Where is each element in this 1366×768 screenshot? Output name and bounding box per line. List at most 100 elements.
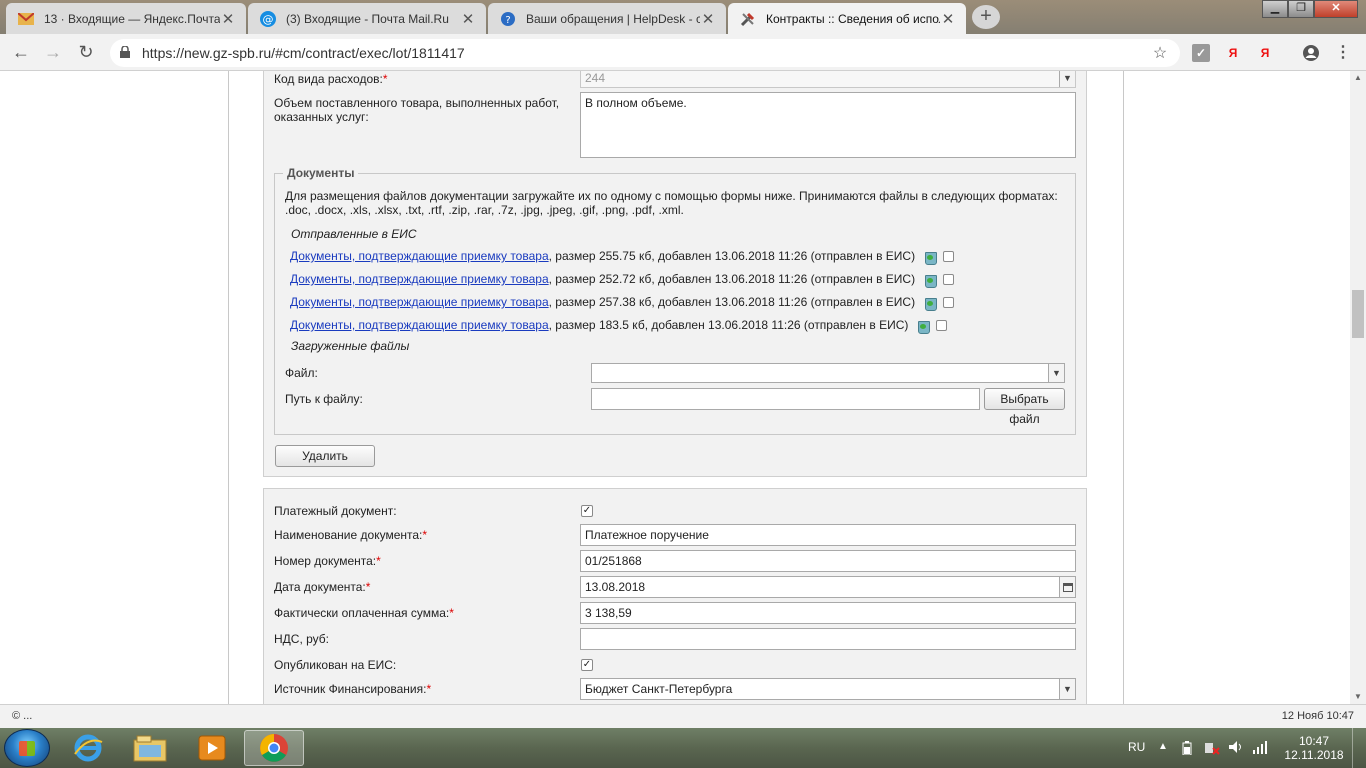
file-link[interactable]: Документы, подтверждающие приемку товара <box>290 249 549 263</box>
network-warning-icon[interactable] <box>1204 741 1220 768</box>
tab-title: (3) Входящие - Почта Mail.Ru <box>286 11 449 26</box>
file-checkbox[interactable] <box>943 296 955 308</box>
volume-label: Объем поставленного товара, выполненных … <box>274 96 560 124</box>
reload-icon[interactable]: ↻ <box>75 42 97 64</box>
doc-name-input[interactable]: Платежное поручение <box>580 524 1076 546</box>
file-checkbox[interactable] <box>943 273 955 285</box>
paid-sum-input[interactable]: 3 138,59 <box>580 602 1076 624</box>
file-info: , размер 183.5 кб, добавлен 13.06.2018 1… <box>548 318 909 332</box>
file-link[interactable]: Документы, подтверждающие приемку товара <box>290 295 549 309</box>
doc-number-input[interactable]: 01/251868 <box>580 550 1076 572</box>
doc-date-label: Дата документа:* <box>274 580 371 594</box>
doc-date-input[interactable]: 13.08.2018 <box>580 576 1076 598</box>
close-icon[interactable]: ✕ <box>460 10 476 28</box>
mail-envelope-icon <box>18 11 34 27</box>
file-link[interactable]: Документы, подтверждающие приемку товара <box>290 318 549 332</box>
back-arrow-icon[interactable]: ← <box>10 42 32 64</box>
vat-label: НДС, руб: <box>274 632 330 646</box>
menu-kebab-icon[interactable]: ⋮ <box>1334 44 1352 62</box>
tab-yandex-mail[interactable]: 13 · Входящие — Яндекс.Почта ✕ <box>6 3 246 34</box>
address-bar[interactable]: https://new.gz-spb.ru/#cm/contract/exec/… <box>110 39 1180 67</box>
file-select[interactable]: ▼ <box>591 363 1065 383</box>
maximize-icon[interactable]: ❐ <box>1288 0 1314 18</box>
yandex-extension-icon[interactable]: Я <box>1224 44 1242 62</box>
page-scrollbar[interactable]: ▲ ▼ <box>1350 71 1366 704</box>
clock[interactable]: 10:47 12.11.2018 <box>1284 734 1344 768</box>
helpdesk-globe-icon: ? <box>500 11 516 27</box>
file-checkbox[interactable] <box>943 250 955 262</box>
scroll-up-icon[interactable]: ▲ <box>1350 71 1366 85</box>
vat-input[interactable] <box>580 628 1076 650</box>
recycle-icon[interactable] <box>923 272 938 288</box>
file-path-input[interactable] <box>591 388 980 410</box>
tab-title: 13 · Входящие — Яндекс.Почта <box>44 11 220 26</box>
doc-name-label: Наименование документа:* <box>274 528 428 542</box>
recycle-icon[interactable] <box>923 249 938 265</box>
close-window-icon[interactable]: ✕ <box>1314 0 1358 18</box>
page-viewport: Код вида расходов:* 244 ▼ Объем поставле… <box>0 71 1350 704</box>
battery-icon[interactable] <box>1182 741 1192 768</box>
funding-label: Источник Финансирования:* <box>274 682 432 696</box>
svg-text:?: ? <box>505 15 510 26</box>
new-tab-button[interactable]: + <box>972 5 1000 29</box>
close-icon[interactable]: ✕ <box>220 10 236 28</box>
tab-title: Ваши обращения | HelpDesk - с <box>526 11 700 26</box>
file-row: Документы, подтверждающие приемку товара… <box>290 272 955 288</box>
payment-doc-checkbox[interactable]: ✓ <box>581 505 593 517</box>
calendar-icon[interactable] <box>1059 577 1075 597</box>
documents-legend: Документы <box>283 166 359 180</box>
status-bar: © ... 12 Нояб 10:47 <box>0 704 1366 728</box>
language-indicator[interactable]: RU <box>1128 740 1145 768</box>
path-label: Путь к файлу: <box>285 392 363 406</box>
chrome-icon[interactable] <box>244 730 304 766</box>
extension-icon[interactable]: ✓ <box>1192 44 1210 62</box>
close-icon[interactable]: ✕ <box>940 10 956 28</box>
minimize-icon[interactable]: ▁ <box>1262 0 1288 18</box>
signal-icon[interactable] <box>1252 740 1268 768</box>
yandex-extension-icon[interactable]: Я <box>1256 44 1274 62</box>
windows-start-icon[interactable] <box>4 729 50 767</box>
internet-explorer-icon[interactable] <box>58 730 118 766</box>
media-player-icon[interactable] <box>182 730 242 766</box>
published-checkbox[interactable]: ✓ <box>581 659 593 671</box>
sent-heading: Отправленные в ЕИС <box>291 227 417 241</box>
tab-title: Контракты :: Сведения об испол <box>766 11 940 26</box>
uploaded-heading: Загруженные файлы <box>291 339 410 353</box>
recycle-icon[interactable] <box>916 318 931 334</box>
funding-select[interactable]: Бюджет Санкт-Петербурга ▼ <box>580 678 1076 700</box>
documents-instructions: Для размещения файлов документации загру… <box>285 189 1058 217</box>
browser-tab-strip: 13 · Входящие — Яндекс.Почта ✕ @ (3) Вхо… <box>0 0 1366 34</box>
lock-icon <box>120 44 134 61</box>
svg-text:@: @ <box>263 13 274 26</box>
choose-file-button[interactable]: Выбрать файл <box>984 388 1065 426</box>
tray-expand-icon[interactable]: ▲ <box>1158 741 1168 768</box>
delete-button[interactable]: Удалить <box>275 445 375 467</box>
status-left: © ... <box>12 710 33 722</box>
file-explorer-icon[interactable] <box>120 730 180 766</box>
volume-icon[interactable] <box>1228 740 1244 768</box>
payment-doc-label: Платежный документ: <box>274 504 397 518</box>
close-icon[interactable]: ✕ <box>700 10 716 28</box>
tab-mail-ru[interactable]: @ (3) Входящие - Почта Mail.Ru ✕ <box>248 3 486 34</box>
show-desktop-button[interactable] <box>1352 728 1366 768</box>
volume-textarea[interactable]: В полном объеме. <box>580 92 1076 158</box>
expense-code-select[interactable]: 244 ▼ <box>580 71 1076 88</box>
clock-date: 12.11.2018 <box>1284 748 1344 762</box>
file-checkbox[interactable] <box>936 319 948 331</box>
forward-arrow-icon[interactable]: → <box>42 42 64 64</box>
recycle-icon[interactable] <box>923 295 938 311</box>
tab-helpdesk[interactable]: ? Ваши обращения | HelpDesk - с ✕ <box>488 3 726 34</box>
file-row: Документы, подтверждающие приемку товара… <box>290 295 955 311</box>
bookmark-star-icon[interactable]: ☆ <box>1148 43 1172 63</box>
tab-contracts[interactable]: Контракты :: Сведения об испол ✕ <box>728 3 966 34</box>
contract-form-panel: Код вида расходов:* 244 ▼ Объем поставле… <box>228 71 1124 704</box>
file-info: , размер 255.75 кб, добавлен 13.06.2018 … <box>548 249 916 263</box>
file-link[interactable]: Документы, подтверждающие приемку товара <box>290 272 549 286</box>
clock-time: 10:47 <box>1298 734 1330 748</box>
file-row: Документы, подтверждающие приемку товара… <box>290 318 948 334</box>
file-row: Документы, подтверждающие приемку товара… <box>290 249 955 265</box>
scrollbar-thumb[interactable] <box>1352 290 1364 338</box>
scroll-down-icon[interactable]: ▼ <box>1350 690 1366 704</box>
profile-avatar-icon[interactable] <box>1302 44 1320 62</box>
window-controls: ▁ ❐ ✕ <box>1262 0 1358 18</box>
